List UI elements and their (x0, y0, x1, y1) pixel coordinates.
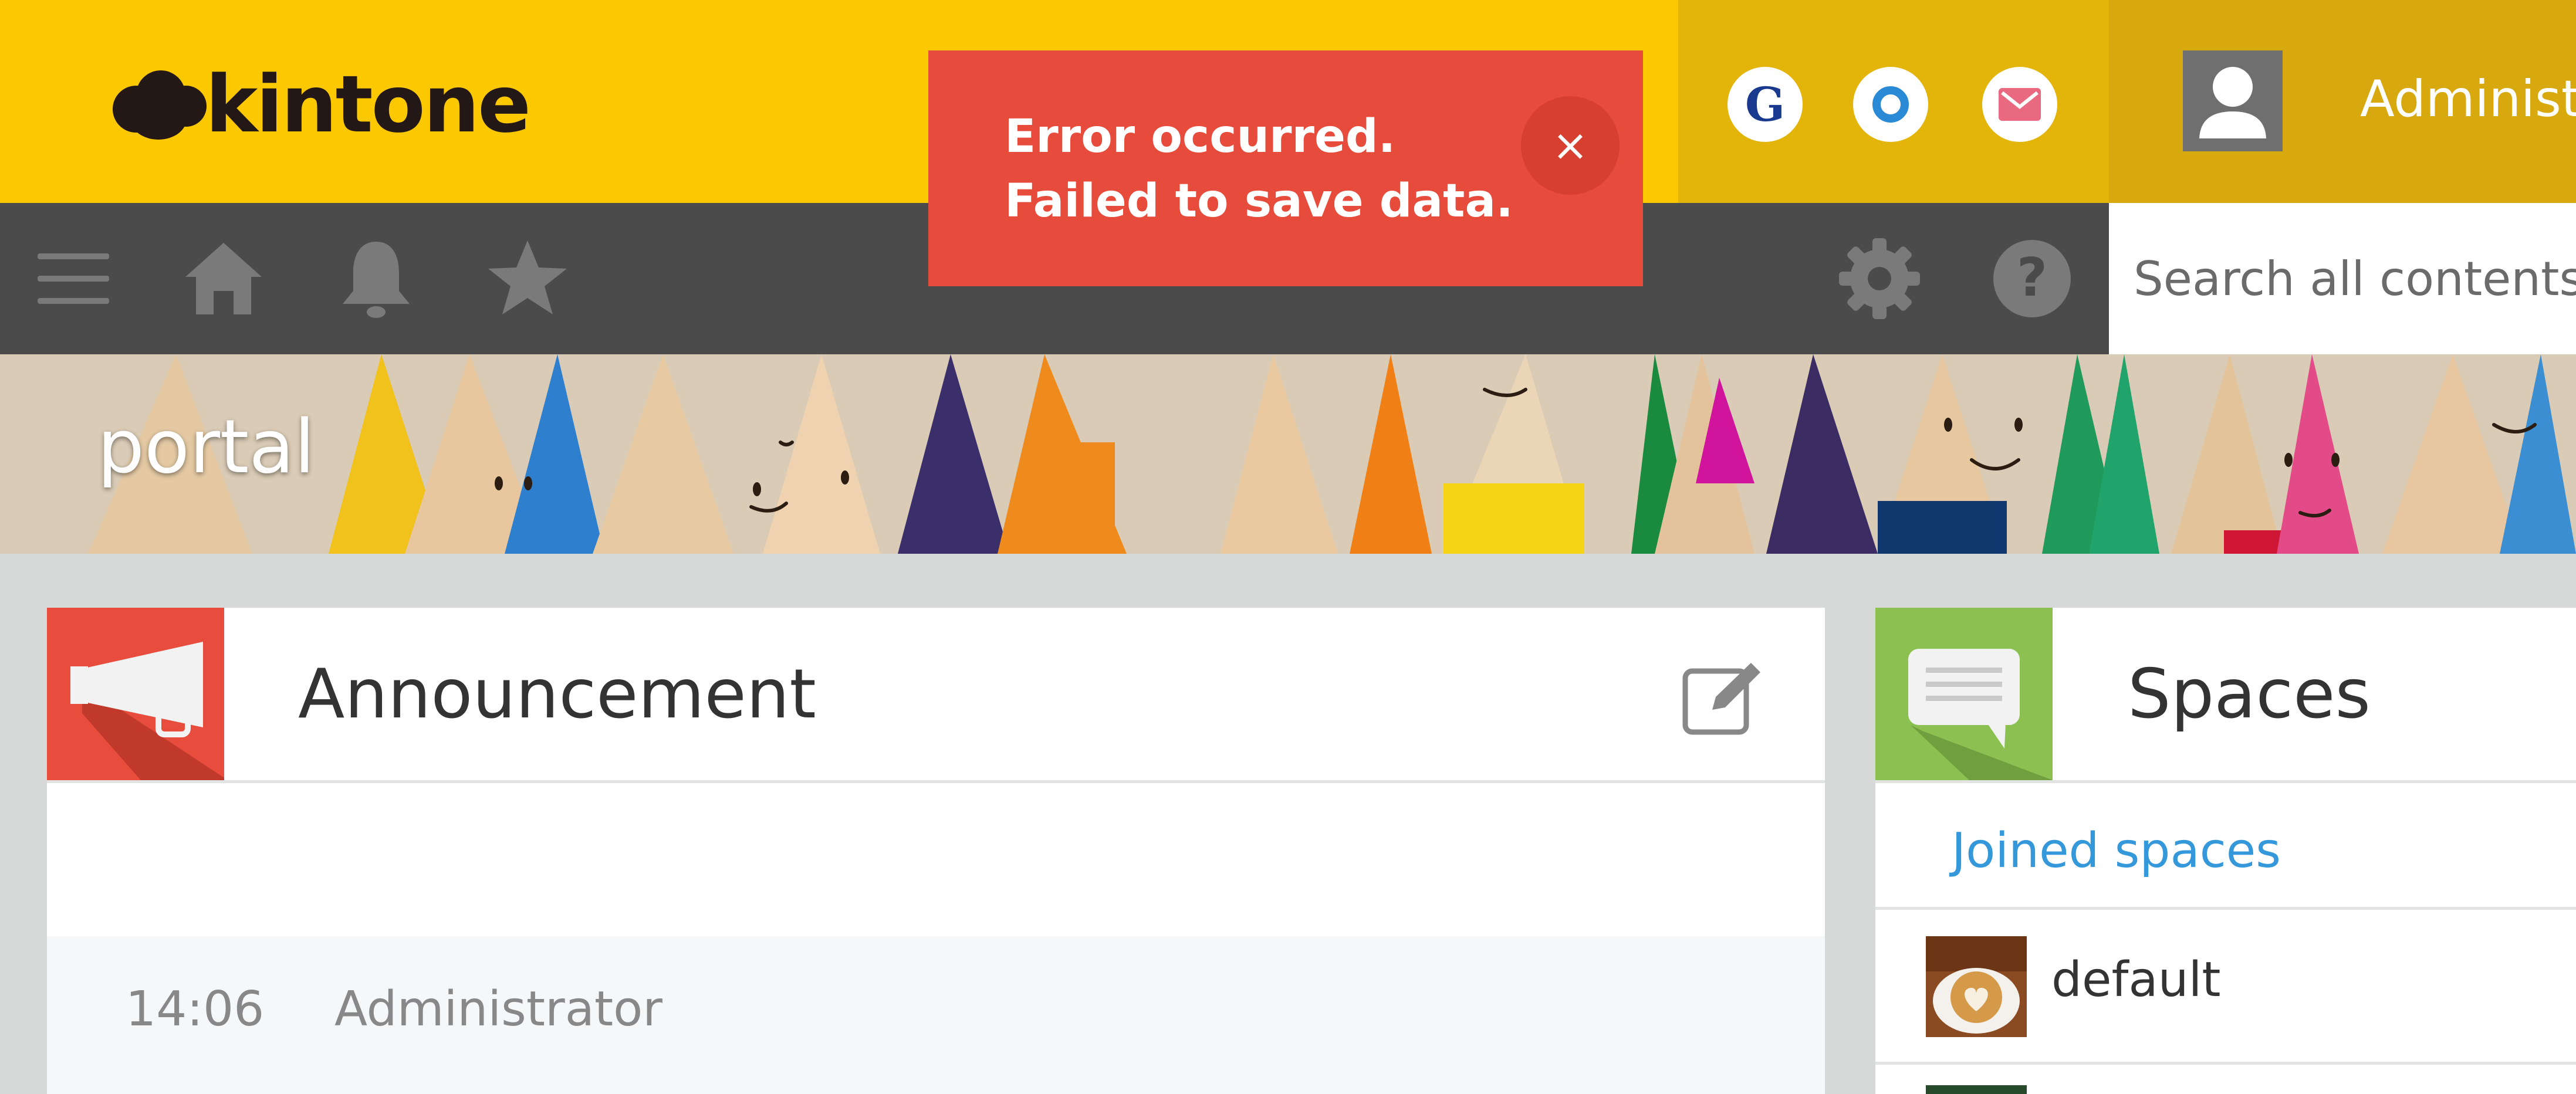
announcement-footer (47, 936, 1825, 1094)
help-icon[interactable]: ? (1988, 235, 2076, 323)
g-icon[interactable]: G (1728, 67, 1803, 142)
ring-icon (1872, 86, 1909, 123)
search-input[interactable] (2134, 244, 2576, 313)
envelope-icon (1999, 88, 2041, 121)
logo-text: kintone (205, 59, 531, 150)
edit-icon[interactable] (1682, 659, 1763, 736)
user-silhouette-icon (2199, 67, 2266, 138)
announcement-time: 14:06 (126, 981, 265, 1037)
user-name[interactable]: Administ (2360, 69, 2576, 130)
kintone-logo[interactable]: kintone (107, 59, 531, 150)
error-message: Error occurred. Failed to save data. (1005, 110, 1513, 228)
divider (1875, 907, 2576, 910)
announcement-author[interactable]: Administrator (334, 981, 662, 1038)
megaphone-icon (70, 642, 224, 780)
portal-title: portal (97, 404, 315, 490)
space-thumbnail[interactable] (1926, 936, 2027, 1037)
portal-banner-image (0, 354, 2576, 554)
avatar[interactable] (2183, 50, 2283, 151)
pencils-illustration (0, 354, 2576, 554)
cloud-logo-icon (107, 68, 207, 141)
space-thumbnail[interactable] (1926, 1085, 2027, 1094)
menu-icon[interactable] (29, 235, 117, 323)
toast-close-button[interactable]: × (1521, 96, 1620, 195)
home-icon[interactable] (180, 235, 268, 323)
announcement-title: Announcement (298, 655, 816, 734)
spaces-title: Spaces (2128, 655, 2371, 734)
divider (1875, 780, 2576, 783)
gear-icon[interactable] (1835, 235, 1923, 323)
tab-joined-spaces[interactable]: Joined spaces (1952, 822, 2281, 880)
star-icon[interactable] (484, 235, 572, 323)
divider (1875, 1062, 2576, 1065)
latte-icon (1926, 936, 2027, 1037)
svg-text:?: ? (2017, 247, 2047, 309)
bell-icon[interactable] (332, 235, 420, 323)
announcement-card-icon (47, 608, 224, 780)
search-box[interactable] (2109, 203, 2576, 354)
spaces-card-icon (1875, 608, 2053, 780)
mail-icon[interactable] (1982, 67, 2057, 142)
o-icon[interactable] (1853, 67, 1928, 142)
space-item-name[interactable]: default (2051, 951, 2221, 1009)
close-icon: × (1551, 120, 1588, 171)
chat-bubble-icon (1908, 649, 2053, 780)
divider (47, 780, 1825, 783)
